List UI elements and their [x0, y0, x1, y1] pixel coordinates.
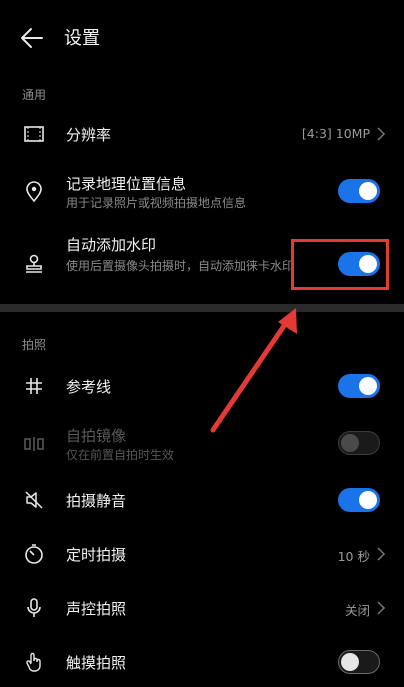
toggle-knob — [359, 182, 377, 200]
grid-hash-icon — [20, 372, 48, 400]
microphone-icon — [20, 594, 48, 622]
mirror-icon — [20, 430, 48, 458]
resolution-row[interactable]: 分辨率 [4:3] 10MP — [0, 112, 404, 156]
annotation-arrow — [210, 308, 297, 433]
voice-value: 关闭 — [344, 603, 370, 618]
section-photo: 拍照 — [22, 338, 47, 352]
gridline-toggle[interactable] — [338, 374, 380, 398]
watermark-sub: 使用后置摄像头拍摄时，自动添加徕卡水印 — [66, 259, 295, 273]
touch-toggle[interactable] — [338, 650, 380, 674]
back-arrow-icon[interactable] — [18, 24, 46, 52]
timer-value: 10 秒 — [337, 549, 370, 564]
toggle-knob — [359, 377, 377, 395]
mirror-row: 自拍镜像 仅在前置自拍时生效 — [0, 420, 404, 472]
gridline-label: 参考线 — [66, 378, 112, 396]
resolution-label: 分辨率 — [66, 126, 112, 144]
mirror-sub: 仅在前置自拍时生效 — [66, 448, 175, 462]
header: 设置 — [0, 0, 404, 76]
mirror-toggle — [338, 431, 380, 455]
hand-tap-icon — [20, 648, 48, 676]
mute-row[interactable]: 拍摄静音 — [0, 478, 404, 522]
mute-label: 拍摄静音 — [66, 492, 127, 510]
gridline-row[interactable]: 参考线 — [0, 364, 404, 408]
section-divider — [0, 304, 404, 312]
speaker-muted-icon — [20, 486, 48, 514]
stamp-icon — [20, 250, 48, 278]
toggle-knob — [341, 434, 359, 452]
location-sub: 用于记录照片或视频拍摄地点信息 — [66, 196, 247, 210]
chevron-right-icon — [377, 127, 386, 141]
annotation-highlight-box — [291, 239, 389, 290]
location-label: 记录地理位置信息 — [66, 175, 187, 193]
chevron-right-icon — [377, 547, 386, 561]
resolution-value: [4:3] 10MP — [301, 126, 370, 141]
voice-label: 声控拍照 — [66, 600, 127, 618]
page-title: 设置 — [64, 28, 100, 49]
section-general: 通用 — [22, 88, 47, 102]
location-pin-icon — [20, 178, 48, 206]
mute-toggle[interactable] — [338, 488, 380, 512]
touch-label: 触摸拍照 — [66, 654, 127, 672]
mirror-label: 自拍镜像 — [66, 427, 127, 445]
timer-row[interactable]: 定时拍摄 10 秒 — [0, 532, 404, 576]
timer-label: 定时拍摄 — [66, 546, 127, 564]
timer-icon — [20, 540, 48, 568]
voice-row[interactable]: 声控拍照 关闭 — [0, 586, 404, 630]
toggle-knob — [341, 653, 359, 671]
toggle-knob — [359, 491, 377, 509]
touch-row[interactable]: 触摸拍照 — [0, 640, 404, 684]
location-toggle[interactable] — [338, 179, 380, 203]
location-row[interactable]: 记录地理位置信息 用于记录照片或视频拍摄地点信息 — [0, 168, 404, 220]
resolution-icon — [20, 120, 48, 148]
chevron-right-icon — [377, 601, 386, 615]
watermark-label: 自动添加水印 — [66, 236, 157, 254]
